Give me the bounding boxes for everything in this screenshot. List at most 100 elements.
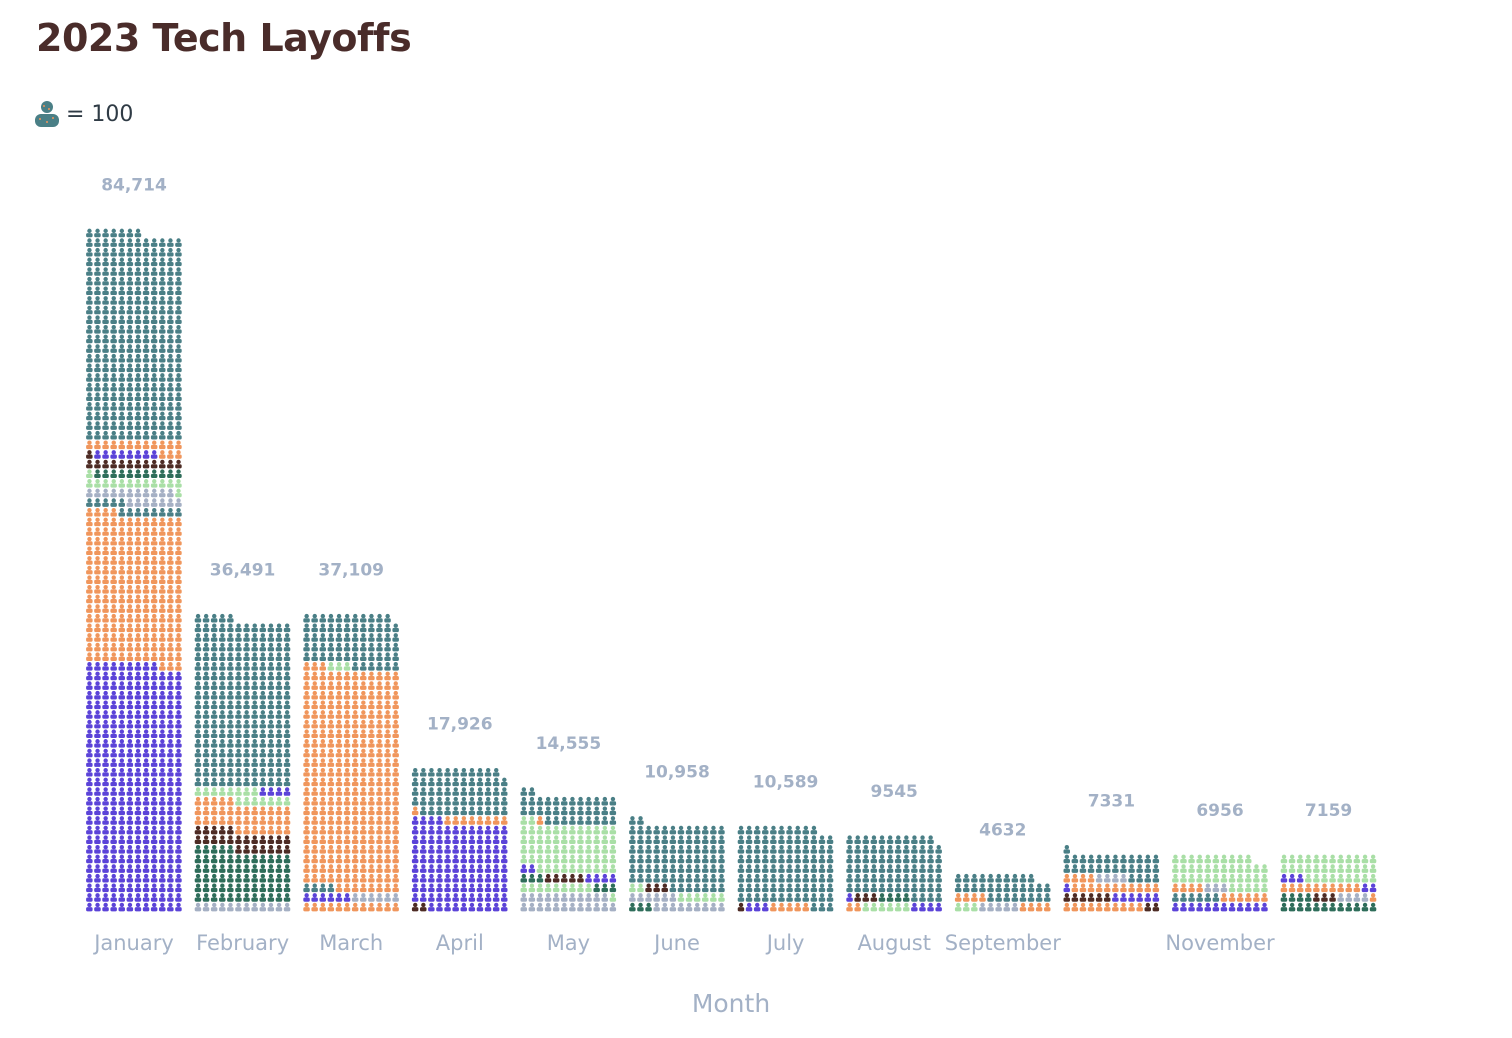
person-icon-mark (1220, 893, 1228, 902)
person-icon-mark (118, 305, 125, 315)
person-icon-mark (360, 816, 367, 825)
person-icon-mark (243, 902, 250, 912)
person-icon-mark (134, 469, 142, 479)
person-icon-mark (577, 864, 584, 873)
person-icon-mark (311, 835, 318, 844)
person-icon-mark (259, 787, 266, 796)
person-icon-mark (118, 662, 125, 671)
person-icon-mark (110, 334, 117, 344)
person-icon-mark (311, 767, 318, 777)
person-icon-mark (235, 796, 242, 806)
person-icon-mark (267, 777, 275, 787)
person-icon-mark (134, 642, 142, 652)
person-icon-mark (609, 873, 617, 883)
person-icon-mark (243, 825, 250, 835)
person-icon-mark (167, 353, 174, 363)
person-icon-mark (126, 469, 134, 479)
person-icon-mark (544, 844, 552, 854)
person-icon-mark (118, 498, 125, 507)
person-icon-mark (645, 883, 652, 893)
person-icon-mark (1228, 883, 1236, 893)
person-icon-mark (283, 719, 291, 729)
person-icon-mark (159, 835, 166, 844)
person-icon-mark (629, 854, 636, 864)
person-icon-mark (544, 825, 552, 835)
person-icon-mark (927, 883, 934, 893)
person-icon-mark (118, 575, 125, 584)
person-icon-mark (528, 883, 536, 893)
person-icon-mark (420, 787, 427, 796)
person-icon-mark (102, 459, 109, 469)
person-icon-mark (159, 844, 166, 854)
person-icon-mark (569, 816, 576, 825)
person-icon-mark (376, 690, 383, 700)
person-icon-mark (319, 633, 326, 642)
person-icon-mark (870, 893, 878, 902)
person-icon-mark (275, 729, 283, 739)
person-icon-mark (167, 690, 174, 700)
person-icon-mark (159, 382, 166, 392)
person-icon-mark (745, 893, 753, 902)
person-icon-mark (1345, 902, 1352, 912)
person-icon-mark (94, 276, 101, 286)
person-icon-mark (384, 835, 391, 844)
x-tick-label: May (547, 931, 590, 955)
person-icon-mark (118, 835, 125, 844)
person-icon-mark (110, 450, 117, 459)
person-icon-mark (167, 835, 174, 844)
person-icon-mark (1361, 893, 1369, 902)
person-icon-mark (210, 873, 218, 883)
person-icon-mark (283, 844, 291, 854)
person-icon-mark (110, 719, 117, 729)
person-icon-mark (894, 893, 902, 902)
person-icon-mark (167, 305, 174, 315)
person-icon-mark (1321, 902, 1328, 912)
person-icon-mark (94, 363, 101, 373)
person-icon-mark (1228, 864, 1236, 873)
person-icon-mark (194, 864, 202, 873)
person-icon-mark (86, 238, 93, 247)
person-icon-mark (1079, 902, 1087, 912)
person-icon-mark (142, 864, 150, 873)
person-icon-mark (275, 854, 283, 864)
person-icon-mark (202, 902, 210, 912)
person-icon-mark (267, 748, 275, 758)
person-icon-mark (118, 710, 125, 719)
person-icon-mark (142, 305, 150, 315)
person-icon-mark (420, 777, 427, 787)
person-icon-mark (251, 671, 258, 681)
person-icon-mark (102, 488, 109, 498)
person-icon-mark (167, 671, 174, 681)
person-icon-mark (1152, 854, 1160, 864)
person-icon-mark (561, 873, 568, 883)
person-icon-mark (159, 421, 166, 430)
person-icon-mark (460, 816, 467, 825)
person-icon-mark (167, 893, 174, 902)
person-icon-mark (86, 825, 93, 835)
person-icon-mark (436, 902, 443, 912)
person-icon-mark (544, 902, 552, 912)
person-icon-mark (150, 527, 158, 536)
person-icon-mark (360, 806, 367, 816)
person-icon-mark (476, 777, 484, 787)
person-icon-mark (110, 556, 117, 565)
person-icon-mark (794, 835, 801, 844)
person-icon-mark (235, 758, 242, 767)
person-icon-mark (267, 825, 275, 835)
person-icon-mark (167, 247, 174, 257)
person-icon-mark (745, 864, 753, 873)
person-icon-mark (251, 902, 258, 912)
person-icon-mark (86, 286, 93, 296)
person-icon-mark (275, 767, 283, 777)
person-icon-mark (118, 787, 125, 796)
person-icon-mark (227, 777, 234, 787)
person-icon-mark (911, 873, 918, 883)
person-icon-mark (150, 690, 158, 700)
person-icon-mark (210, 700, 218, 710)
person-icon-mark (392, 825, 399, 835)
person-icon-mark (753, 893, 761, 902)
person-icon-mark (384, 729, 391, 739)
person-icon-mark (637, 825, 644, 835)
person-icon-mark (167, 594, 174, 604)
person-icon-mark (927, 893, 934, 902)
